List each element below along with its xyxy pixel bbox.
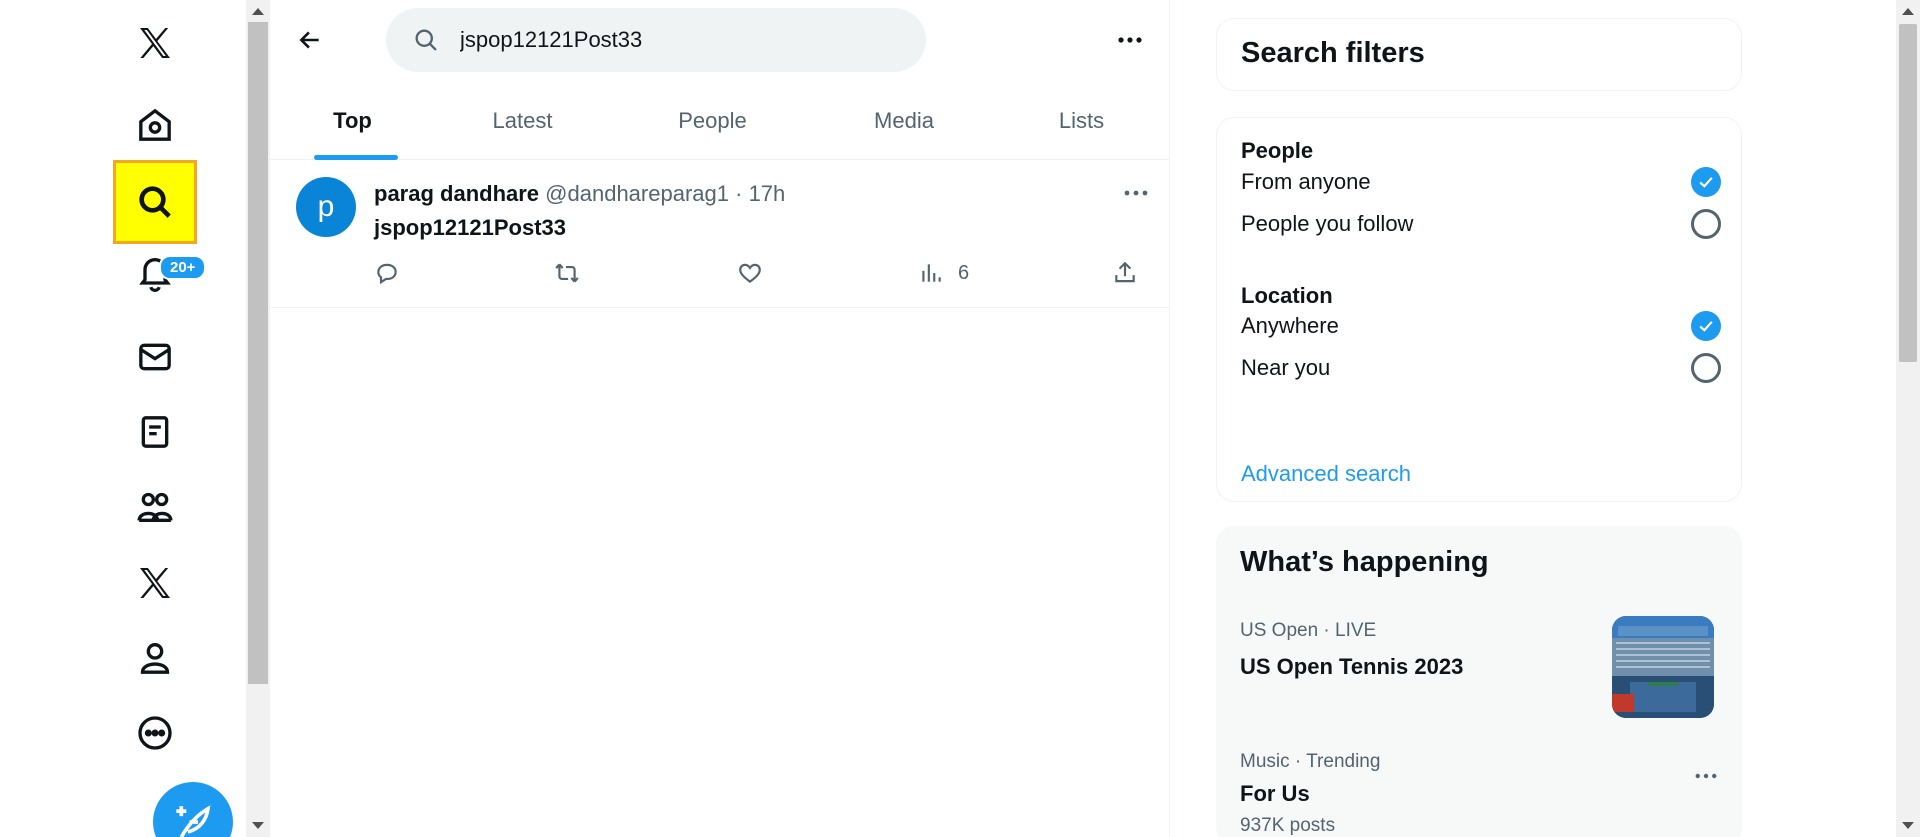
share-icon [1115, 261, 1135, 283]
more-horizontal-icon [1124, 190, 1148, 196]
author-name[interactable]: parag dandhare [374, 181, 539, 206]
tab-label: Lists [1058, 108, 1105, 133]
scrollbar-thumb[interactable] [1899, 24, 1917, 362]
scroll-up-arrow-icon[interactable] [1902, 8, 1914, 15]
like-button[interactable] [737, 257, 763, 289]
people-heading: People [1241, 138, 1314, 163]
search-more-button[interactable] [1110, 24, 1150, 56]
scroll-up-arrow-icon[interactable] [252, 8, 264, 15]
tab-label: People [678, 108, 747, 133]
trend-thumbnail[interactable] [1612, 616, 1714, 718]
notification-badge: 20+ [159, 255, 207, 280]
stadium-image [1612, 616, 1714, 718]
views-count: 6 [958, 261, 970, 284]
tab-media[interactable]: Media [815, 82, 993, 160]
more-horizontal-icon [1695, 773, 1717, 779]
tab-label: Top [333, 108, 372, 133]
post[interactable]: p parag dandhare @dandhareparag1 · 17h j… [270, 161, 1170, 308]
filter-from-anyone[interactable]: From anyone [1241, 164, 1721, 200]
feather-plus-icon [176, 805, 211, 837]
analytics-bar-icon [922, 264, 941, 282]
share-button[interactable] [1112, 257, 1138, 289]
search-tabs: Top Latest People Media Lists [270, 82, 1170, 160]
scroll-down-arrow-icon[interactable] [252, 822, 264, 829]
mail-icon[interactable] [120, 322, 190, 392]
radio-checked[interactable] [1691, 311, 1721, 341]
trend-more-button[interactable] [1688, 762, 1724, 790]
trend-meta: Music · Trending [1240, 751, 1381, 772]
tab-top[interactable]: Top [270, 82, 435, 160]
radio-checked[interactable] [1691, 167, 1721, 197]
reply-button[interactable] [374, 257, 400, 289]
separator: · [735, 181, 743, 206]
post-text: jspop12121Post33 [374, 215, 566, 240]
advanced-search-link[interactable]: Advanced search [1241, 461, 1411, 487]
app-root: 20+ jspop12121Post33 Top Latest People M… [0, 0, 1920, 837]
location-heading: Location [1241, 283, 1333, 308]
search-input[interactable] [460, 27, 880, 53]
post-time[interactable]: 17h [749, 181, 786, 206]
check-icon [1699, 321, 1713, 332]
trend-post-count: 937K posts [1240, 815, 1336, 836]
post-header: parag dandhare @dandhareparag1 · 17h [374, 181, 785, 207]
filter-anywhere[interactable]: Anywhere [1241, 308, 1721, 344]
arrow-left-icon [299, 31, 319, 49]
x-logo-icon[interactable] [120, 8, 190, 78]
trend-title: US Open Tennis 2023 [1240, 654, 1464, 679]
right-scrollbar[interactable] [1896, 0, 1920, 837]
home-icon[interactable] [120, 90, 190, 160]
trend-meta: US Open · LIVE [1240, 620, 1377, 641]
whats-happening-card: What’s happening US Open · LIVE US Open … [1216, 526, 1742, 837]
check-icon [1699, 177, 1713, 188]
profile-icon[interactable] [120, 623, 190, 693]
compose-post-button[interactable] [153, 782, 233, 837]
radio-unchecked[interactable] [1691, 209, 1721, 239]
tab-label: Media [874, 108, 934, 133]
scroll-down-arrow-icon[interactable] [1902, 822, 1914, 829]
filter-near-you[interactable]: Near you [1241, 350, 1721, 386]
filter-label: From anyone [1241, 169, 1371, 194]
radio-unchecked[interactable] [1691, 353, 1721, 383]
tab-label: Latest [492, 108, 553, 133]
trend-item[interactable]: Music · Trending For Us 937K posts [1240, 751, 1380, 837]
lists-icon[interactable] [120, 397, 190, 467]
tab-latest[interactable]: Latest [435, 82, 610, 160]
views-button[interactable]: 6 [918, 257, 969, 289]
right-column: Search filters People From anyone People… [1170, 0, 1896, 837]
tab-people[interactable]: People [610, 82, 815, 160]
avatar[interactable]: p [296, 177, 356, 237]
trend-item[interactable]: US Open · LIVE US Open Tennis 2023 [1240, 620, 1463, 680]
repost-button[interactable] [554, 257, 580, 289]
search-filters-title: Search filters [1241, 37, 1425, 69]
active-tab-indicator [314, 155, 398, 160]
back-button[interactable] [290, 20, 330, 60]
trend-title: For Us [1240, 781, 1310, 806]
main-column: Top Latest People Media Lists p parag da… [270, 0, 1170, 837]
filter-label: People you follow [1241, 211, 1414, 236]
repost-icon [555, 263, 579, 283]
filter-people-you-follow[interactable]: People you follow [1241, 206, 1721, 242]
more-icon[interactable] [120, 698, 190, 768]
search-filters-card: People From anyone People you follow Loc… [1216, 117, 1742, 502]
left-scrollbar[interactable] [246, 0, 270, 837]
search-filters-header: Search filters [1216, 18, 1742, 91]
tab-lists[interactable]: Lists [993, 82, 1170, 160]
author-handle[interactable]: @dandhareparag1 [545, 181, 729, 206]
filter-label: Near you [1241, 355, 1331, 380]
more-horizontal-icon [1118, 37, 1142, 43]
scrollbar-thumb[interactable] [248, 22, 268, 684]
communities-icon[interactable] [120, 472, 190, 542]
filter-label: Anywhere [1241, 313, 1339, 338]
search-box[interactable] [386, 8, 926, 72]
whats-happening-title: What’s happening [1240, 546, 1489, 578]
left-nav: 20+ [0, 0, 246, 837]
reply-icon [377, 263, 397, 285]
post-more-button[interactable] [1118, 179, 1154, 207]
search-icon [415, 29, 437, 51]
heart-icon [739, 263, 761, 284]
search-icon[interactable] [113, 160, 197, 244]
premium-x-icon[interactable] [120, 548, 190, 618]
